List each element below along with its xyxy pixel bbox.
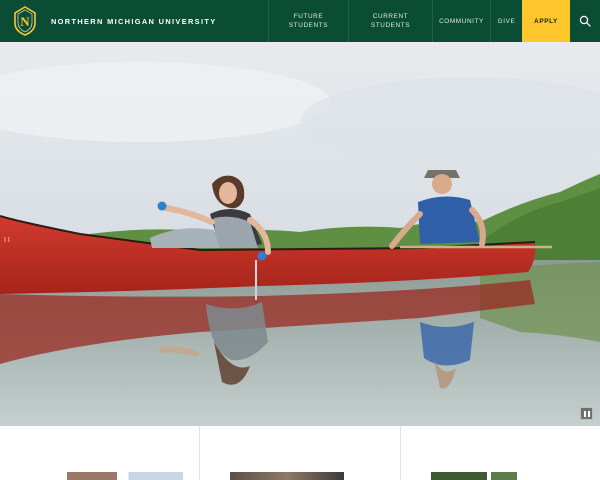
hero-image: I I [0, 42, 600, 426]
svg-text:I I: I I [4, 237, 10, 244]
search-button[interactable] [570, 0, 600, 42]
nav-future-students[interactable]: FUTURE STUDENTS [268, 0, 348, 42]
card-thumb-3 [430, 472, 517, 480]
nav-give[interactable]: GIVE [490, 0, 522, 42]
brand-name[interactable]: NORTHERN MICHIGAN UNIVERSITY [51, 17, 217, 26]
pause-icon-bar-right [587, 410, 590, 417]
feature-cards [0, 426, 600, 480]
main-nav: FUTURE STUDENTS CURRENT STUDENTS COMMUNI… [268, 0, 600, 42]
site-header: N NORTHERN MICHIGAN UNIVERSITY FUTURE ST… [0, 0, 600, 42]
card-thumb-2 [230, 472, 345, 480]
nmu-logo-icon[interactable]: N [13, 6, 37, 36]
hero-video[interactable]: I I [0, 42, 600, 426]
apply-button[interactable]: APPLY [522, 0, 570, 42]
search-icon [579, 15, 591, 27]
pause-button[interactable] [580, 407, 593, 420]
svg-text:N: N [20, 14, 30, 29]
feature-card-1[interactable] [0, 426, 199, 480]
nav-current-students-line2: STUDENTS [370, 22, 411, 29]
nav-current-students[interactable]: CURRENT STUDENTS [348, 0, 432, 42]
nav-current-students-line1: CURRENT [372, 13, 409, 20]
brand[interactable]: N NORTHERN MICHIGAN UNIVERSITY [0, 0, 268, 42]
feature-card-3[interactable] [399, 426, 600, 480]
feature-card-2[interactable] [199, 426, 399, 480]
nav-community[interactable]: COMMUNITY [432, 0, 490, 42]
card-thumb-1 [67, 472, 183, 480]
pause-icon-bar-left [583, 410, 586, 417]
